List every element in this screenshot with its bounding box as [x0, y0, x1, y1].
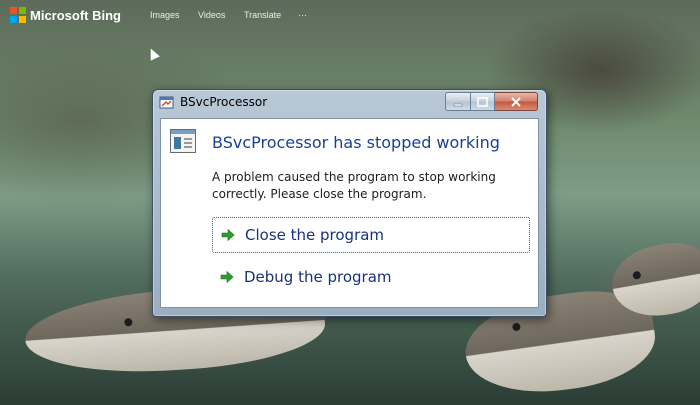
- close-icon: [511, 96, 521, 107]
- green-arrow-icon: [221, 228, 235, 242]
- dialog-title: BSvcProcessor: [180, 95, 268, 109]
- error-dialog: BSvcProcessor BSvcProcessor has stopped …: [152, 89, 547, 317]
- maximize-button[interactable]: [471, 92, 495, 111]
- minimize-icon: [453, 103, 463, 106]
- maximize-icon: [477, 96, 488, 107]
- application-icon: [159, 96, 174, 109]
- bing-title: Microsoft Bing: [30, 7, 121, 23]
- close-program-label: Close the program: [245, 226, 385, 244]
- debug-program-button[interactable]: Debug the program: [212, 259, 530, 295]
- mouse-cursor-icon: [146, 46, 160, 61]
- nav-more[interactable]: ···: [298, 10, 307, 20]
- nav-translate[interactable]: Translate: [244, 10, 281, 20]
- bing-logo[interactable]: Microsoft Bing: [10, 7, 121, 23]
- minimize-button[interactable]: [445, 92, 471, 111]
- dialog-titlebar[interactable]: BSvcProcessor: [153, 90, 546, 117]
- main-instruction: BSvcProcessor has stopped working: [212, 133, 500, 152]
- error-message: A problem caused the program to stop wor…: [212, 170, 496, 201]
- window-controls: [445, 92, 538, 111]
- nav-videos[interactable]: Videos: [198, 10, 225, 20]
- green-arrow-icon: [220, 270, 234, 284]
- bing-header: Microsoft Bing Images Videos Translate ·…: [0, 0, 700, 30]
- close-program-button[interactable]: Close the program: [212, 217, 530, 253]
- nav-images[interactable]: Images: [150, 10, 180, 20]
- close-button[interactable]: [495, 92, 538, 111]
- debug-program-label: Debug the program: [244, 268, 392, 286]
- program-window-icon: [170, 129, 196, 153]
- microsoft-logo-icon: [10, 7, 26, 23]
- dialog-content: BSvcProcessor has stopped working A prob…: [160, 118, 539, 308]
